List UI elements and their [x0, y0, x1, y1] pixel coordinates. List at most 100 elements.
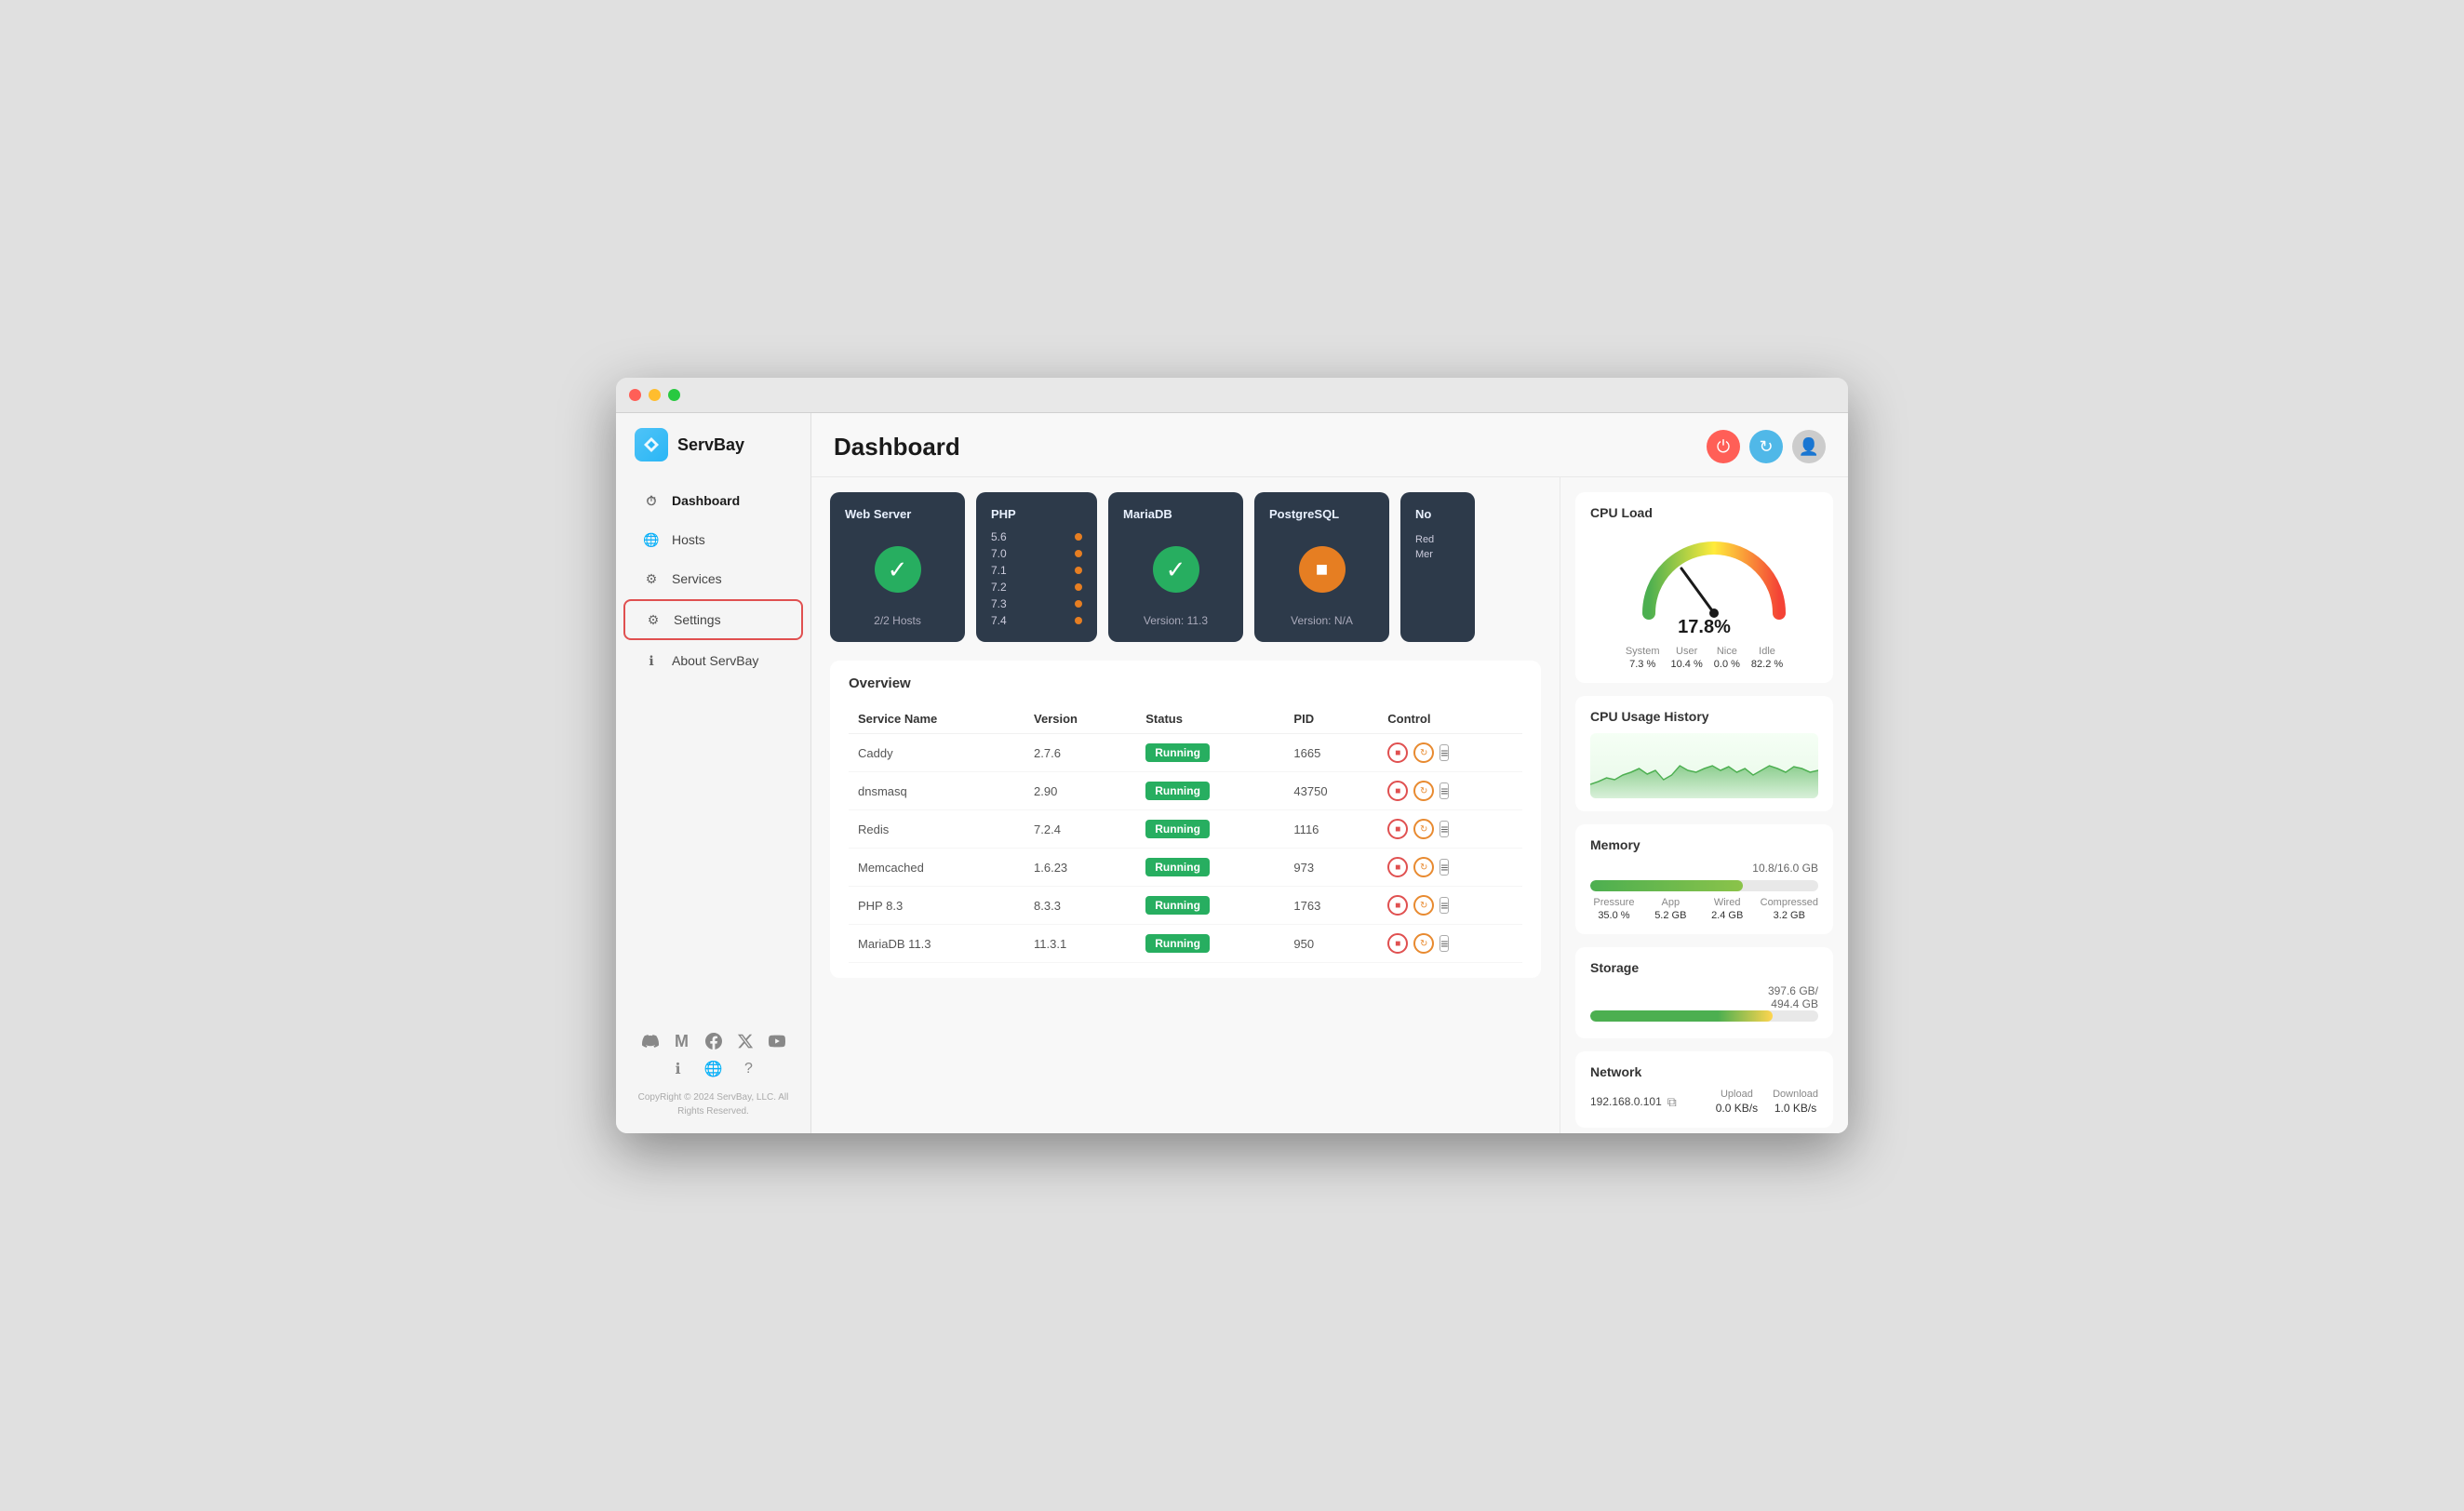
mem-stat-app: App 5.2 GB — [1647, 897, 1694, 921]
restart-button-1[interactable]: ↻ — [1413, 781, 1434, 801]
memory-bar-fill — [1590, 880, 1743, 891]
mariadb-status-icon: ✓ — [1153, 546, 1199, 593]
log-button-0[interactable]: ≡ — [1440, 744, 1449, 761]
refresh-button[interactable]: ↻ — [1749, 430, 1783, 463]
php-dot-73 — [1075, 600, 1082, 608]
memory-section: Memory 10.8/16.0 GB Pressure 35.0 % — [1575, 824, 1833, 934]
php-dot-56 — [1075, 533, 1082, 541]
mem-stat-wired: Wired 2.4 GB — [1704, 897, 1751, 921]
restart-button-0[interactable]: ↻ — [1413, 742, 1434, 763]
stop-button-4[interactable]: ■ — [1387, 895, 1408, 916]
service-control-1: ■ ↻ ≡ — [1378, 772, 1522, 810]
service-version-5: 11.3.1 — [1024, 925, 1136, 963]
network-speeds: Upload 0.0 KB/s Download 1.0 KB/s — [1716, 1089, 1818, 1115]
php-version-72: 7.2 — [991, 581, 1082, 594]
cpu-stats: System 7.3 % User 10.4 % Nice 0.0 % — [1626, 646, 1783, 670]
network-section: Network 192.168.0.101 ⧉ Upload 0.0 KB/s — [1575, 1051, 1833, 1128]
twitter-icon[interactable] — [735, 1031, 756, 1051]
close-button[interactable] — [629, 389, 641, 401]
facebook-icon[interactable] — [703, 1031, 724, 1051]
memory-bar-container: 10.8/16.0 GB — [1590, 862, 1818, 891]
table-row: dnsmasq 2.90 Running 43750 ■ ↻ ≡ — [849, 772, 1522, 810]
header-actions: ⏻ ↻ 👤 — [1707, 430, 1826, 463]
gauge-svg — [1630, 529, 1798, 622]
app-body: ServBay ⏱ Dashboard 🌐 Hosts ⚙ Services ⚙ — [616, 413, 1848, 1133]
table-row: Caddy 2.7.6 Running 1665 ■ ↻ ≡ — [849, 734, 1522, 772]
youtube-icon[interactable] — [767, 1031, 787, 1051]
user-button[interactable]: 👤 — [1792, 430, 1826, 463]
minimize-button[interactable] — [649, 389, 661, 401]
restart-button-5[interactable]: ↻ — [1413, 933, 1434, 954]
log-button-3[interactable]: ≡ — [1440, 859, 1449, 876]
memory-bar-track — [1590, 880, 1818, 891]
sidebar-item-settings[interactable]: ⚙ Settings — [623, 599, 803, 640]
postgresql-status-icon: ■ — [1299, 546, 1346, 593]
service-control-4: ■ ↻ ≡ — [1378, 887, 1522, 925]
restart-button-4[interactable]: ↻ — [1413, 895, 1434, 916]
storage-value: 397.6 GB/494.4 GB — [1590, 984, 1818, 1010]
stop-button-1[interactable]: ■ — [1387, 781, 1408, 801]
service-cards-row: Web Server ✓ 2/2 Hosts PHP 5.6 — [830, 492, 1541, 642]
col-header-control: Control — [1378, 704, 1522, 734]
service-version-1: 2.90 — [1024, 772, 1136, 810]
sidebar-logo: ServBay — [616, 428, 810, 480]
layers-icon: ⚙ — [642, 569, 661, 588]
cpu-history-svg — [1590, 733, 1818, 798]
webserver-card-subtitle: 2/2 Hosts — [874, 614, 921, 627]
col-header-pid: PID — [1284, 704, 1378, 734]
restart-button-2[interactable]: ↻ — [1413, 819, 1434, 839]
stop-button-2[interactable]: ■ — [1387, 819, 1408, 839]
app-window: ServBay ⏱ Dashboard 🌐 Hosts ⚙ Services ⚙ — [616, 378, 1848, 1133]
globe-bottom-icon[interactable]: 🌐 — [703, 1059, 724, 1079]
service-pid-1: 43750 — [1284, 772, 1378, 810]
stop-button-3[interactable]: ■ — [1387, 857, 1408, 877]
service-name-4: PHP 8.3 — [849, 887, 1024, 925]
sidebar-item-dashboard[interactable]: ⏱ Dashboard — [623, 482, 803, 519]
log-button-2[interactable]: ≡ — [1440, 821, 1449, 837]
content-area: Web Server ✓ 2/2 Hosts PHP 5.6 — [811, 477, 1560, 1133]
php-dot-74 — [1075, 617, 1082, 624]
copy-ip-icon[interactable]: ⧉ — [1667, 1094, 1677, 1110]
service-status-4: Running — [1136, 887, 1284, 925]
info-circle-icon[interactable]: ℹ — [668, 1059, 689, 1079]
medium-icon[interactable]: M — [672, 1031, 692, 1051]
service-status-1: Running — [1136, 772, 1284, 810]
service-pid-4: 1763 — [1284, 887, 1378, 925]
stop-button-5[interactable]: ■ — [1387, 933, 1408, 954]
php-versions-list: 5.6 7.0 7.1 — [991, 530, 1082, 627]
storage-section: Storage 397.6 GB/494.4 GB — [1575, 947, 1833, 1038]
partial-card: No Red Mer — [1400, 492, 1475, 642]
postgresql-card: PostgreSQL ■ Version: N/A — [1254, 492, 1389, 642]
service-pid-0: 1665 — [1284, 734, 1378, 772]
maximize-button[interactable] — [668, 389, 680, 401]
service-control-0: ■ ↻ ≡ — [1378, 734, 1522, 772]
stop-button-0[interactable]: ■ — [1387, 742, 1408, 763]
sidebar-item-hosts[interactable]: 🌐 Hosts — [623, 521, 803, 558]
sidebar-item-label-services: Services — [672, 571, 722, 586]
restart-button-3[interactable]: ↻ — [1413, 857, 1434, 877]
col-header-version: Version — [1024, 704, 1136, 734]
discord-icon[interactable] — [640, 1031, 661, 1051]
help-icon[interactable]: ? — [739, 1059, 759, 1079]
sidebar-item-services[interactable]: ⚙ Services — [623, 560, 803, 597]
sidebar-item-about[interactable]: ℹ About ServBay — [623, 642, 803, 679]
php-card: PHP 5.6 7.0 — [976, 492, 1097, 642]
log-button-5[interactable]: ≡ — [1440, 935, 1449, 952]
sidebar-item-label-hosts: Hosts — [672, 532, 705, 547]
service-name-2: Redis — [849, 810, 1024, 849]
memory-title: Memory — [1590, 837, 1818, 852]
log-button-1[interactable]: ≡ — [1440, 782, 1449, 799]
storage-bar-fill — [1590, 1010, 1773, 1022]
overview-table: Service Name Version Status PID Control … — [849, 704, 1522, 963]
log-button-4[interactable]: ≡ — [1440, 897, 1449, 914]
social-links: M — [616, 1020, 810, 1055]
cpu-load-section: CPU Load — [1575, 492, 1833, 683]
service-control-5: ■ ↻ ≡ — [1378, 925, 1522, 963]
dashboard-icon: ⏱ — [642, 491, 661, 510]
overview-title: Overview — [849, 675, 1522, 691]
service-status-5: Running — [1136, 925, 1284, 963]
service-version-3: 1.6.23 — [1024, 849, 1136, 887]
power-button[interactable]: ⏻ — [1707, 430, 1740, 463]
sidebar-item-label-dashboard: Dashboard — [672, 493, 740, 508]
gear-icon: ⚙ — [644, 610, 663, 629]
